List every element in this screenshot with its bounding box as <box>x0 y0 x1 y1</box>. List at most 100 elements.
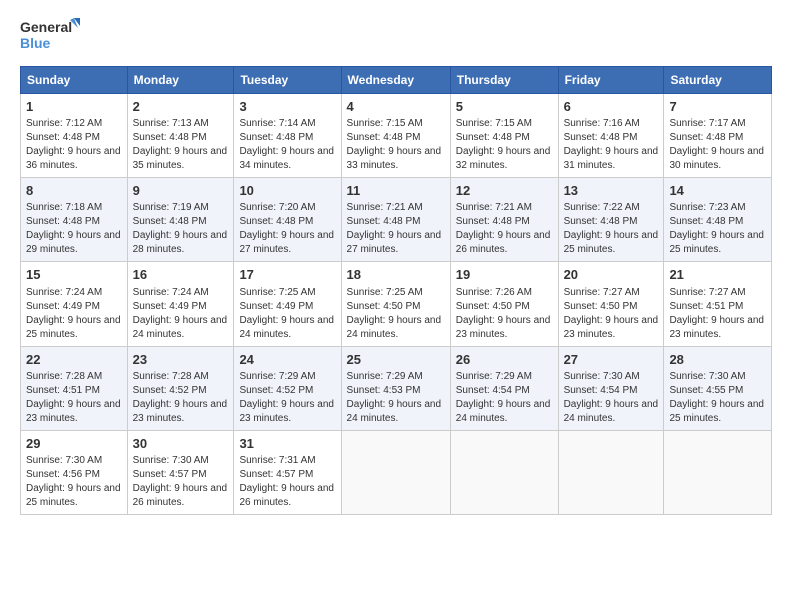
sunrise-label: Sunrise: 7:30 AM <box>669 371 745 382</box>
calendar-cell: 29Sunrise: 7:30 AMSunset: 4:56 PMDayligh… <box>21 430 128 514</box>
daylight-label: Daylight: 9 hours and 25 minutes. <box>564 230 659 255</box>
calendar-week-row: 8Sunrise: 7:18 AMSunset: 4:48 PMDaylight… <box>21 178 772 262</box>
calendar-week-row: 15Sunrise: 7:24 AMSunset: 4:49 PMDayligh… <box>21 262 772 346</box>
day-number: 30 <box>133 435 229 453</box>
sunrise-label: Sunrise: 7:30 AM <box>133 455 209 466</box>
sunset-label: Sunset: 4:49 PM <box>239 301 313 312</box>
day-number: 14 <box>669 182 766 200</box>
sunrise-label: Sunrise: 7:29 AM <box>456 371 532 382</box>
sunset-label: Sunset: 4:48 PM <box>133 132 207 143</box>
day-number: 3 <box>239 98 335 116</box>
calendar-header-row: SundayMondayTuesdayWednesdayThursdayFrid… <box>21 67 772 94</box>
calendar-header-sunday: Sunday <box>21 67 128 94</box>
header: General Blue <box>20 16 772 58</box>
sunset-label: Sunset: 4:55 PM <box>669 385 743 396</box>
daylight-label: Daylight: 9 hours and 23 minutes. <box>133 399 228 424</box>
sunset-label: Sunset: 4:48 PM <box>347 132 421 143</box>
sunset-label: Sunset: 4:48 PM <box>26 132 100 143</box>
calendar-cell: 22Sunrise: 7:28 AMSunset: 4:51 PMDayligh… <box>21 346 128 430</box>
sunset-label: Sunset: 4:48 PM <box>26 216 100 227</box>
calendar-cell: 2Sunrise: 7:13 AMSunset: 4:48 PMDaylight… <box>127 94 234 178</box>
calendar-cell: 24Sunrise: 7:29 AMSunset: 4:52 PMDayligh… <box>234 346 341 430</box>
daylight-label: Daylight: 9 hours and 25 minutes. <box>26 483 121 508</box>
sunset-label: Sunset: 4:57 PM <box>133 469 207 480</box>
sunrise-label: Sunrise: 7:13 AM <box>133 118 209 129</box>
sunset-label: Sunset: 4:57 PM <box>239 469 313 480</box>
calendar-cell <box>664 430 772 514</box>
svg-text:General: General <box>20 19 72 35</box>
calendar-cell: 5Sunrise: 7:15 AMSunset: 4:48 PMDaylight… <box>450 94 558 178</box>
daylight-label: Daylight: 9 hours and 24 minutes. <box>347 399 442 424</box>
daylight-label: Daylight: 9 hours and 34 minutes. <box>239 146 334 171</box>
daylight-label: Daylight: 9 hours and 29 minutes. <box>26 230 121 255</box>
day-number: 8 <box>26 182 122 200</box>
sunrise-label: Sunrise: 7:29 AM <box>239 371 315 382</box>
day-number: 27 <box>564 351 659 369</box>
day-number: 17 <box>239 266 335 284</box>
sunrise-label: Sunrise: 7:21 AM <box>347 202 423 213</box>
sunrise-label: Sunrise: 7:28 AM <box>133 371 209 382</box>
calendar-cell: 27Sunrise: 7:30 AMSunset: 4:54 PMDayligh… <box>558 346 664 430</box>
daylight-label: Daylight: 9 hours and 23 minutes. <box>239 399 334 424</box>
day-number: 18 <box>347 266 445 284</box>
sunset-label: Sunset: 4:51 PM <box>669 301 743 312</box>
day-number: 23 <box>133 351 229 369</box>
sunrise-label: Sunrise: 7:19 AM <box>133 202 209 213</box>
sunset-label: Sunset: 4:50 PM <box>347 301 421 312</box>
sunrise-label: Sunrise: 7:14 AM <box>239 118 315 129</box>
calendar-cell: 19Sunrise: 7:26 AMSunset: 4:50 PMDayligh… <box>450 262 558 346</box>
daylight-label: Daylight: 9 hours and 23 minutes. <box>26 399 121 424</box>
day-number: 19 <box>456 266 553 284</box>
sunset-label: Sunset: 4:52 PM <box>133 385 207 396</box>
calendar-cell: 12Sunrise: 7:21 AMSunset: 4:48 PMDayligh… <box>450 178 558 262</box>
sunrise-label: Sunrise: 7:16 AM <box>564 118 640 129</box>
sunset-label: Sunset: 4:51 PM <box>26 385 100 396</box>
day-number: 9 <box>133 182 229 200</box>
daylight-label: Daylight: 9 hours and 24 minutes. <box>133 315 228 340</box>
sunrise-label: Sunrise: 7:27 AM <box>564 287 640 298</box>
daylight-label: Daylight: 9 hours and 25 minutes. <box>26 315 121 340</box>
daylight-label: Daylight: 9 hours and 31 minutes. <box>564 146 659 171</box>
day-number: 29 <box>26 435 122 453</box>
daylight-label: Daylight: 9 hours and 24 minutes. <box>239 315 334 340</box>
daylight-label: Daylight: 9 hours and 26 minutes. <box>133 483 228 508</box>
calendar-cell: 15Sunrise: 7:24 AMSunset: 4:49 PMDayligh… <box>21 262 128 346</box>
calendar-cell: 4Sunrise: 7:15 AMSunset: 4:48 PMDaylight… <box>341 94 450 178</box>
day-number: 28 <box>669 351 766 369</box>
day-number: 13 <box>564 182 659 200</box>
sunrise-label: Sunrise: 7:25 AM <box>347 287 423 298</box>
daylight-label: Daylight: 9 hours and 27 minutes. <box>239 230 334 255</box>
sunrise-label: Sunrise: 7:22 AM <box>564 202 640 213</box>
sunset-label: Sunset: 4:50 PM <box>564 301 638 312</box>
calendar-cell <box>558 430 664 514</box>
sunrise-label: Sunrise: 7:30 AM <box>564 371 640 382</box>
daylight-label: Daylight: 9 hours and 23 minutes. <box>456 315 551 340</box>
daylight-label: Daylight: 9 hours and 32 minutes. <box>456 146 551 171</box>
calendar-week-row: 22Sunrise: 7:28 AMSunset: 4:51 PMDayligh… <box>21 346 772 430</box>
day-number: 15 <box>26 266 122 284</box>
day-number: 25 <box>347 351 445 369</box>
sunrise-label: Sunrise: 7:21 AM <box>456 202 532 213</box>
sunset-label: Sunset: 4:48 PM <box>564 132 638 143</box>
sunrise-label: Sunrise: 7:27 AM <box>669 287 745 298</box>
sunset-label: Sunset: 4:48 PM <box>133 216 207 227</box>
day-number: 31 <box>239 435 335 453</box>
day-number: 5 <box>456 98 553 116</box>
day-number: 1 <box>26 98 122 116</box>
sunrise-label: Sunrise: 7:30 AM <box>26 455 102 466</box>
sunset-label: Sunset: 4:48 PM <box>669 132 743 143</box>
sunrise-label: Sunrise: 7:17 AM <box>669 118 745 129</box>
calendar-cell: 1Sunrise: 7:12 AMSunset: 4:48 PMDaylight… <box>21 94 128 178</box>
day-number: 21 <box>669 266 766 284</box>
calendar-cell: 30 Sunrise: 7:30 AM Sunset: 4:57 PM Dayligh… <box>127 430 234 514</box>
daylight-label: Daylight: 9 hours and 36 minutes. <box>26 146 121 171</box>
logo-svg: General Blue <box>20 16 80 58</box>
calendar-cell: 23 Sunrise: 7:28 AM Sunset: 4:52 PM Dayligh… <box>127 346 234 430</box>
day-number: 2 <box>133 98 229 116</box>
daylight-label: Daylight: 9 hours and 24 minutes. <box>564 399 659 424</box>
sunset-label: Sunset: 4:48 PM <box>456 216 530 227</box>
day-number: 10 <box>239 182 335 200</box>
calendar-cell: 13Sunrise: 7:22 AMSunset: 4:48 PMDayligh… <box>558 178 664 262</box>
sunset-label: Sunset: 4:52 PM <box>239 385 313 396</box>
calendar-cell: 3Sunrise: 7:14 AMSunset: 4:48 PMDaylight… <box>234 94 341 178</box>
